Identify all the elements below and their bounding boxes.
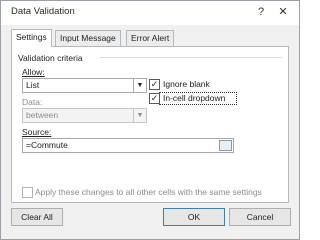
allow-label: Allow: (22, 67, 45, 77)
close-icon[interactable]: ✕ (273, 4, 293, 21)
settings-panel: Validation criteria Allow: List ▼ ✓ Igno… (11, 46, 289, 203)
allow-select[interactable]: List ▼ (22, 78, 147, 93)
source-input[interactable]: =Commute (22, 138, 234, 153)
data-selected-value: between (26, 110, 59, 120)
source-value: =Commute (26, 140, 68, 150)
data-label: Data: (22, 97, 43, 107)
tab-input-message[interactable]: Input Message (55, 30, 121, 46)
dialog-title: Data Validation (11, 6, 75, 17)
apply-all-label: Apply these changes to all other cells w… (35, 187, 262, 197)
chevron-down-icon[interactable]: ▼ (133, 79, 146, 92)
tab-settings[interactable]: Settings (11, 29, 52, 47)
chevron-down-icon[interactable]: ▼ (133, 109, 146, 122)
tab-error-alert[interactable]: Error Alert (126, 30, 175, 46)
validation-criteria-heading: Validation criteria (18, 53, 83, 63)
apply-all-checkbox[interactable] (22, 187, 33, 198)
allow-selected-value: List (26, 80, 40, 90)
cancel-button[interactable]: Cancel (229, 208, 291, 226)
range-selector-icon[interactable] (219, 140, 232, 151)
source-label: Source: (22, 127, 52, 137)
data-validation-dialog: Data Validation ? ✕ Settings Input Messa… (0, 0, 300, 240)
ignore-blank-label: Ignore blank (163, 79, 210, 89)
data-select[interactable]: between ▼ (22, 108, 147, 123)
ignore-blank-checkbox[interactable]: ✓ (149, 79, 160, 90)
title-bar: Data Validation ? ✕ (1, 1, 299, 25)
help-icon[interactable]: ? (251, 4, 271, 21)
clear-all-button[interactable]: Clear All (11, 208, 63, 226)
in-cell-dropdown-checkbox[interactable]: ✓ (149, 93, 160, 104)
in-cell-dropdown-label: In-cell dropdown (163, 93, 226, 103)
section-divider (100, 57, 282, 58)
ok-button[interactable]: OK (163, 208, 225, 226)
